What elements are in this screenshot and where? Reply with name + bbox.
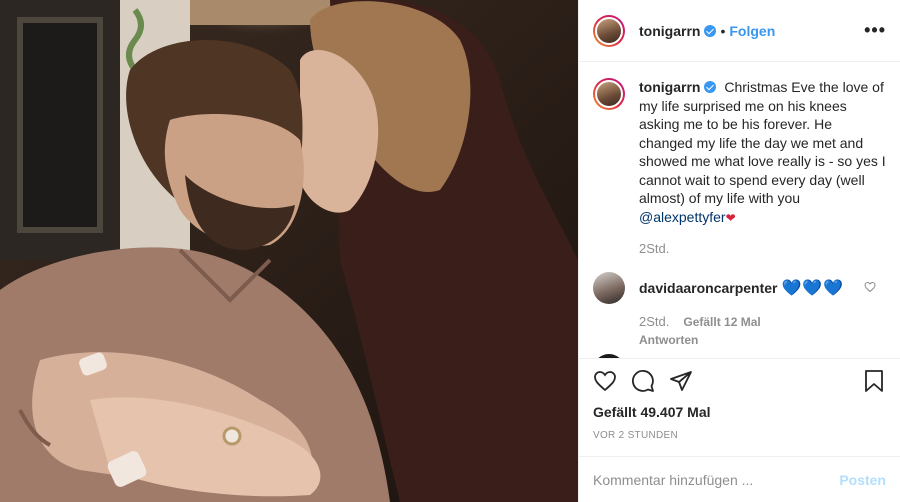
add-comment-bar: Kommentar hinzufügen ... Posten — [579, 456, 900, 502]
comments-list[interactable]: tonigarrn Christmas Eve the love of my l… — [579, 62, 900, 358]
action-bar — [579, 358, 900, 402]
caption-time[interactable]: 2Std. — [639, 241, 886, 256]
post-timestamp[interactable]: VOR 2 STUNDEN — [593, 430, 678, 441]
post-header: tonigarrn • Folgen ••• — [579, 0, 900, 62]
caption: tonigarrn Christmas Eve the love of my l… — [593, 78, 886, 227]
reply-button[interactable]: Antworten — [639, 333, 886, 347]
caption-username[interactable]: tonigarrn — [639, 79, 700, 95]
commenter-username[interactable]: davidaaroncarpenter — [639, 280, 778, 296]
author-avatar[interactable] — [593, 14, 625, 47]
bookmark-icon[interactable] — [862, 369, 886, 393]
comment-meta: 2Std. Gefällt 12 Mal — [639, 314, 886, 329]
caption-text: Christmas Eve the love of my life surpri… — [639, 79, 886, 206]
caption-avatar[interactable] — [593, 78, 625, 110]
commenter-avatar[interactable] — [593, 272, 625, 304]
paper-plane-icon[interactable] — [669, 369, 693, 393]
comment-icon[interactable] — [631, 369, 655, 393]
comment-like-heart-icon[interactable] — [864, 281, 876, 296]
comment-likes[interactable]: Gefällt 12 Mal — [683, 315, 760, 329]
likes-count[interactable]: Gefällt 49.407 Mal — [593, 404, 711, 420]
author-username[interactable]: tonigarrn — [639, 23, 700, 39]
verified-badge-icon — [704, 81, 717, 93]
caption-text-block: tonigarrn Christmas Eve the love of my l… — [639, 78, 886, 227]
red-heart-emoji: ❤ — [725, 210, 736, 225]
blue-hearts-emoji: 💙💙💙 — [781, 280, 845, 297]
comment-time[interactable]: 2Std. — [639, 314, 669, 329]
header-separator: • — [720, 22, 726, 39]
verified-badge-icon — [704, 24, 717, 37]
comment-input[interactable]: Kommentar hinzufügen ... — [593, 472, 839, 488]
caption-mention-link[interactable]: @alexpettyfer — [639, 209, 726, 225]
follow-button[interactable]: Folgen — [729, 23, 775, 39]
kissing-couple-photo — [0, 0, 578, 502]
heart-icon[interactable] — [593, 369, 617, 393]
post-photo[interactable] — [0, 0, 578, 502]
comment-item: davidaaroncarpenter 💙💙💙 — [593, 272, 886, 304]
more-options-icon[interactable]: ••• — [864, 20, 886, 41]
post-comment-button[interactable]: Posten — [839, 472, 886, 488]
post-sidebar: tonigarrn • Folgen ••• tonigarrn Christm… — [578, 0, 900, 502]
